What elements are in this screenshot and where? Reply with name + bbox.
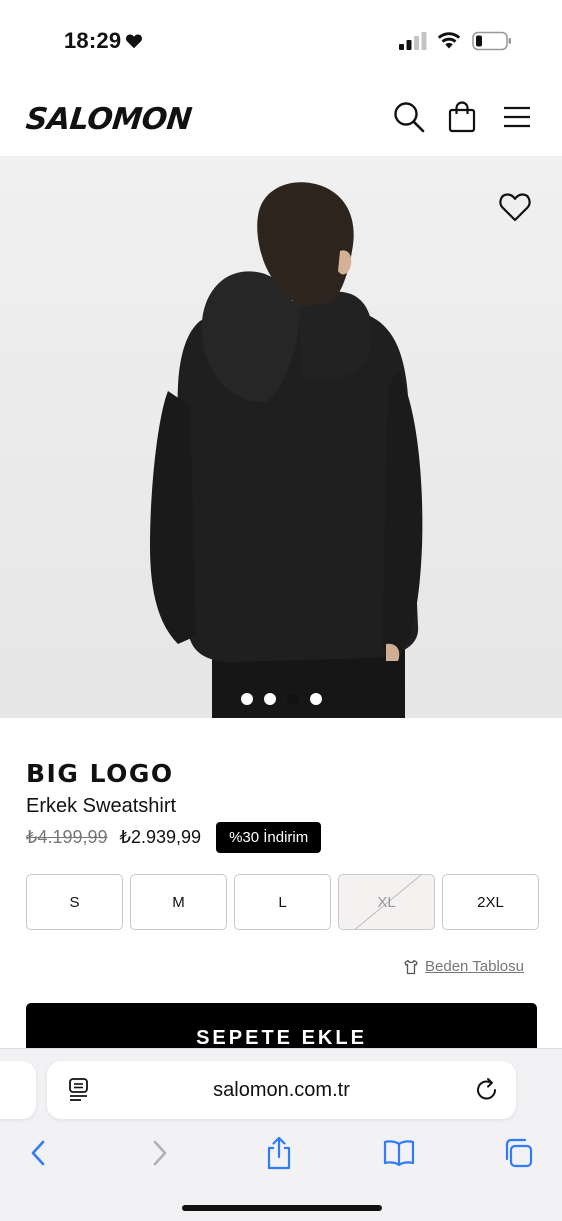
size-option-l[interactable]: L	[234, 874, 331, 930]
carousel-dots	[0, 693, 562, 705]
product-name: BIG LOGO	[26, 759, 174, 788]
tabs-button[interactable]	[498, 1133, 538, 1173]
time-text: 18:29	[64, 28, 122, 53]
search-button[interactable]	[392, 100, 426, 134]
bookmarks-button[interactable]	[379, 1133, 419, 1173]
back-button[interactable]	[18, 1133, 58, 1173]
price-row: ₺4.199,99 ₺2.939,99 %30 İndirim	[26, 820, 322, 854]
size-chart-label: Beden Tablosu	[425, 958, 524, 975]
forward-icon	[153, 1140, 167, 1166]
browser-toolbar	[0, 1133, 562, 1173]
size-label-xl: XL	[377, 893, 396, 911]
search-icon	[394, 102, 425, 133]
product-photo	[0, 156, 562, 718]
size-option-s[interactable]: S	[26, 874, 123, 930]
page-menu-icon[interactable]	[67, 1077, 91, 1103]
heart-filled-icon	[126, 34, 143, 49]
cellular-signal-icon	[399, 32, 427, 50]
carousel-dot-1[interactable]	[240, 693, 253, 705]
product-subtitle: Erkek Sweatshirt	[26, 795, 177, 817]
url-text: salomon.com.tr	[213, 1078, 350, 1101]
carousel-dot-2[interactable]	[263, 693, 276, 705]
status-time: 18:29	[64, 28, 143, 54]
back-icon	[31, 1140, 45, 1166]
wifi-icon	[437, 32, 461, 49]
reload-icon[interactable]	[474, 1077, 500, 1103]
cart-button[interactable]	[445, 100, 479, 134]
forward-button[interactable]	[140, 1133, 180, 1173]
discount-badge: %30 İndirim	[216, 821, 322, 853]
size-selector: S M L XL 2XL	[26, 874, 539, 930]
menu-button[interactable]	[500, 100, 534, 134]
size-option-2xl[interactable]: 2XL	[442, 874, 539, 930]
wishlist-heart-icon[interactable]	[498, 190, 532, 224]
hamburger-menu-icon	[504, 106, 530, 128]
share-icon	[267, 1136, 291, 1170]
status-bar: 18:29	[0, 0, 562, 80]
site-header: SALOMON	[0, 86, 562, 156]
sale-price: ₺2.939,99	[119, 826, 202, 847]
size-option-m[interactable]: M	[130, 874, 227, 930]
previous-tab-preview[interactable]	[0, 1061, 36, 1119]
browser-bottom-bar: salomon.com.tr	[0, 1048, 562, 1221]
bookmarks-icon	[383, 1140, 415, 1167]
battery-icon	[472, 31, 511, 51]
address-bar[interactable]: salomon.com.tr	[47, 1061, 516, 1119]
original-price: ₺4.199,99	[26, 826, 108, 847]
size-chart-link[interactable]: Beden Tablosu	[403, 958, 524, 975]
shopping-bag-icon	[448, 101, 476, 133]
brand-logo[interactable]: SALOMON	[24, 102, 193, 137]
shirt-icon	[404, 959, 418, 974]
tabs-icon	[505, 1138, 533, 1168]
size-option-xl-unavailable[interactable]: XL	[338, 874, 435, 930]
share-button[interactable]	[259, 1133, 299, 1173]
carousel-dot-3-active[interactable]	[286, 693, 299, 705]
product-image-gallery[interactable]	[0, 156, 562, 718]
home-indicator	[182, 1205, 382, 1211]
carousel-dot-4[interactable]	[309, 693, 322, 705]
